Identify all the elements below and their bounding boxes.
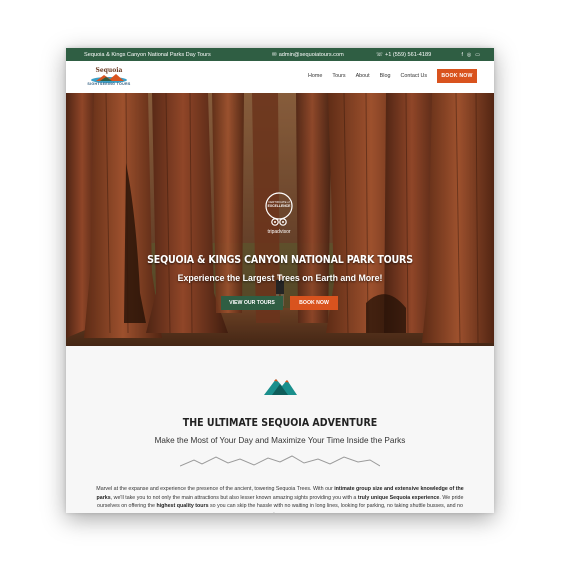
site-name: Sequoia & Kings Canyon National Parks Da… (84, 51, 211, 58)
instagram-icon[interactable]: ◎ (467, 52, 471, 58)
hero-subtitle: Experience the Largest Trees on Earth an… (177, 273, 383, 283)
mountain-icon (264, 379, 297, 395)
nav-item-about[interactable]: About (356, 73, 370, 79)
intro-section: THE ULTIMATE SEQUOIA ADVENTURE Make the … (66, 346, 494, 513)
section-subtitle: Make the Most of Your Day and Maximize Y… (154, 436, 406, 445)
intro-paragraph: Marvel at the expanse and experience the… (94, 485, 466, 513)
book-now-hero-button[interactable]: BOOK NOW (290, 296, 338, 310)
body-bold-2: truly unique Sequoia experience (357, 494, 440, 501)
hero-title: SEQUOIA & KINGS CANYON NATIONAL PARK TOU… (147, 253, 413, 266)
nav-item-blog[interactable]: Blog (380, 73, 391, 79)
main-nav: Home Tours About Blog Contact Us (308, 69, 427, 83)
tripadvisor-owl-icon: CERTIFICATE of EXCELLENCE tripadvisor (265, 192, 293, 235)
tripadvisor-icon[interactable]: ▭ (475, 52, 480, 58)
tripadvisor-badge: CERTIFICATE of EXCELLENCE tripadvisor (259, 192, 299, 236)
social-links: f ◎ ▭ (462, 52, 481, 58)
phone-link[interactable]: ☏ +1 (559) 561-4189 (376, 52, 431, 58)
facebook-icon[interactable]: f (462, 52, 463, 58)
email-text: admin@sequoiatours.com (278, 51, 344, 58)
section-title: THE ULTIMATE SEQUOIA ADVENTURE (182, 416, 378, 429)
nav-item-contact[interactable]: Contact Us (400, 73, 427, 79)
hero-section: CERTIFICATE of EXCELLENCE tripadvisor SE… (66, 93, 494, 346)
nav-item-home[interactable]: Home (308, 73, 322, 79)
email-link[interactable]: ✉ admin@sequoiatours.com (272, 52, 344, 58)
top-bar: Sequoia & Kings Canyon National Parks Da… (66, 48, 494, 61)
body-text-1: Marvel at the expanse and experience the… (96, 486, 335, 493)
logo-title: Sequoia (95, 67, 123, 74)
body-text-2: , we'll take you to not only the main at… (110, 494, 358, 501)
body-bold-3: highest quality tours (156, 503, 209, 510)
site-header: Sequoia SIGHTSEEING TOURS Home Tours Abo… (66, 61, 494, 93)
logo-subtitle: SIGHTSEEING TOURS (87, 82, 131, 86)
mountain-ridge-divider (180, 455, 380, 467)
book-now-nav-button[interactable]: BOOK NOW (437, 69, 477, 83)
badge-brand: tripadvisor (267, 229, 290, 235)
body-text-4: so you can skip the hassle with no waiti… (210, 503, 463, 513)
phone-text: +1 (559) 561-4189 (385, 51, 432, 58)
badge-line2: EXCELLENCE (268, 204, 292, 208)
phone-icon: ☏ (376, 51, 383, 58)
nav-item-tours[interactable]: Tours (332, 73, 345, 79)
website-page: Sequoia & Kings Canyon National Parks Da… (66, 48, 494, 513)
site-logo[interactable]: Sequoia SIGHTSEEING TOURS (86, 67, 132, 89)
view-tours-button[interactable]: VIEW OUR TOURS (221, 296, 283, 310)
envelope-icon: ✉ (272, 51, 277, 58)
